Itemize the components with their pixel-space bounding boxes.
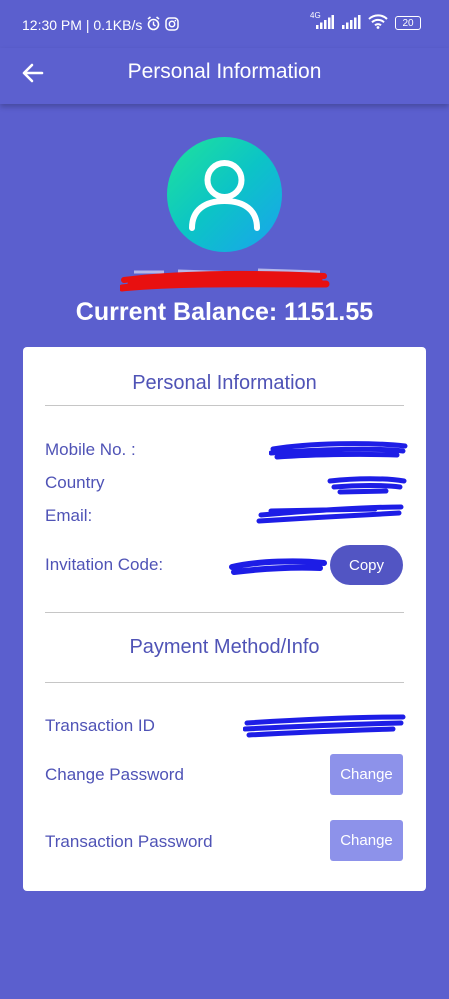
status-right: 4G 20 <box>310 11 421 32</box>
page-title: Personal Information <box>127 60 322 83</box>
current-balance: Current Balance: 1151.55 <box>75 298 374 326</box>
transaction-id-value-redacted <box>243 714 406 738</box>
status-time-speed: 12:30 PM | 0.1KB/s <box>22 17 143 33</box>
signal-icon: 4G <box>310 11 334 32</box>
status-left: 12:30 PM | 0.1KB/s <box>22 16 180 34</box>
change-password-label: Change Password <box>45 765 184 784</box>
info-card: Personal Information Mobile No. : Countr… <box>23 347 426 891</box>
wifi-icon <box>368 14 388 32</box>
divider <box>45 405 404 406</box>
network-label: 4G <box>310 10 321 20</box>
status-bar: 12:30 PM | 0.1KB/s 4G 20 <box>0 0 449 48</box>
instagram-icon <box>165 16 180 34</box>
email-value-redacted <box>256 504 404 524</box>
user-name-redacted <box>118 262 330 294</box>
email-label: Email: <box>45 506 93 525</box>
battery-icon: 20 <box>395 16 421 30</box>
country-value-redacted <box>327 476 407 495</box>
payment-method-heading: Payment Method/Info <box>129 636 320 658</box>
mobile-value-redacted <box>269 441 408 460</box>
avatar <box>167 137 282 252</box>
personal-info-heading: Personal Information <box>132 372 317 394</box>
invitation-code-value-redacted <box>229 558 327 575</box>
country-label: Country <box>45 473 105 492</box>
change-password-button[interactable]: Change <box>330 754 403 795</box>
battery-level: 20 <box>402 17 414 29</box>
copy-button[interactable]: Copy <box>330 545 403 585</box>
divider <box>45 682 404 683</box>
mobile-label: Mobile No. : <box>45 440 136 459</box>
transaction-password-label: Transaction Password <box>45 832 213 851</box>
user-icon <box>189 160 260 231</box>
invitation-code-label: Invitation Code: <box>45 555 164 574</box>
signal-icon <box>341 14 361 32</box>
alarm-icon <box>146 16 161 34</box>
app-bar: Personal Information <box>0 48 449 104</box>
change-transaction-password-button[interactable]: Change <box>330 820 403 861</box>
divider <box>45 612 404 613</box>
transaction-id-label: Transaction ID <box>45 716 155 735</box>
